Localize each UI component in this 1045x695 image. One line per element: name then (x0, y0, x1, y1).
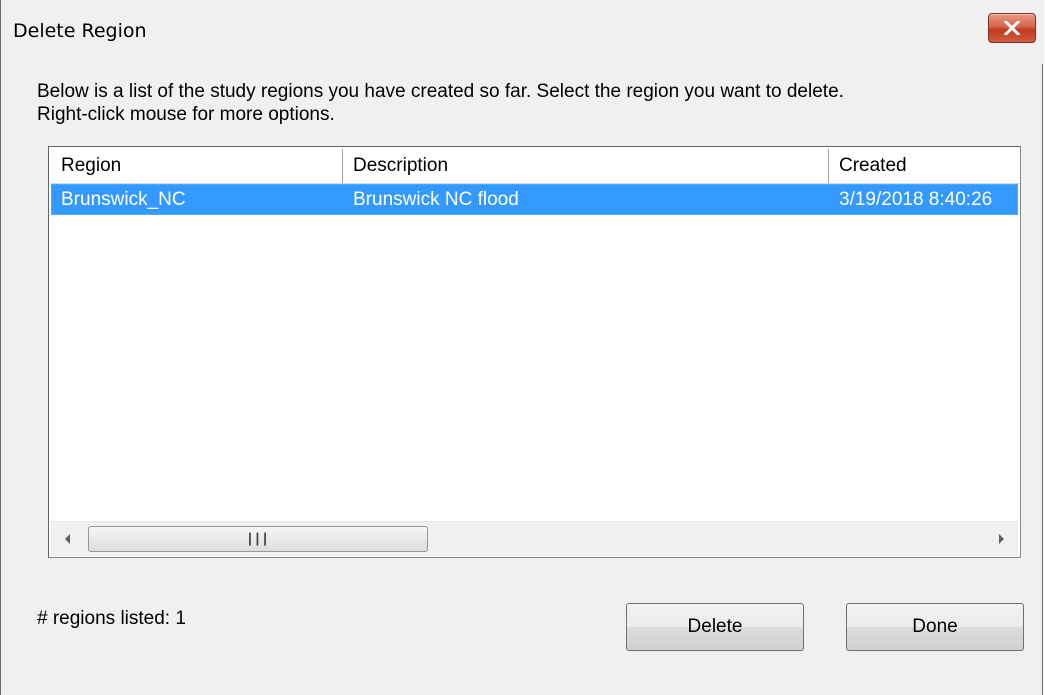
window-title: Delete Region (13, 20, 147, 42)
grip-icon: ┃┃┃ (246, 532, 270, 546)
regions-count-label: # regions listed: 1 (37, 608, 186, 629)
chevron-right-icon (999, 534, 1004, 544)
cell-created: 3/19/2018 8:40:26 (839, 189, 993, 210)
regions-list-view[interactable]: Region Description Created Brunswick_NC … (48, 146, 1021, 558)
delete-button[interactable]: Delete (626, 603, 804, 651)
table-row[interactable]: Brunswick_NC Brunswick NC flood 3/19/201… (51, 184, 1018, 215)
scroll-left-button[interactable] (51, 522, 85, 556)
column-header-description[interactable]: Description (343, 149, 829, 183)
done-button[interactable]: Done (846, 603, 1024, 651)
instructions-line-2: Right-click mouse for more options. (37, 104, 335, 125)
horizontal-scrollbar[interactable]: ┃┃┃ (51, 521, 1018, 556)
instructions-text: Below is a list of the study regions you… (37, 80, 1017, 126)
list-header: Region Description Created (51, 149, 1020, 184)
chevron-left-icon (65, 534, 70, 544)
column-header-region[interactable]: Region (51, 149, 343, 183)
close-button[interactable] (988, 13, 1036, 43)
column-header-created[interactable]: Created (829, 149, 1020, 183)
delete-region-dialog: Delete Region Below is a list of the stu… (0, 0, 1044, 695)
title-bar: Delete Region (1, 0, 1044, 64)
scroll-thumb[interactable]: ┃┃┃ (88, 526, 428, 552)
scroll-right-button[interactable] (984, 522, 1018, 556)
cell-description: Brunswick NC flood (353, 189, 519, 210)
cell-region: Brunswick_NC (61, 189, 186, 210)
close-icon (1004, 21, 1020, 35)
instructions-line-1: Below is a list of the study regions you… (37, 81, 844, 102)
